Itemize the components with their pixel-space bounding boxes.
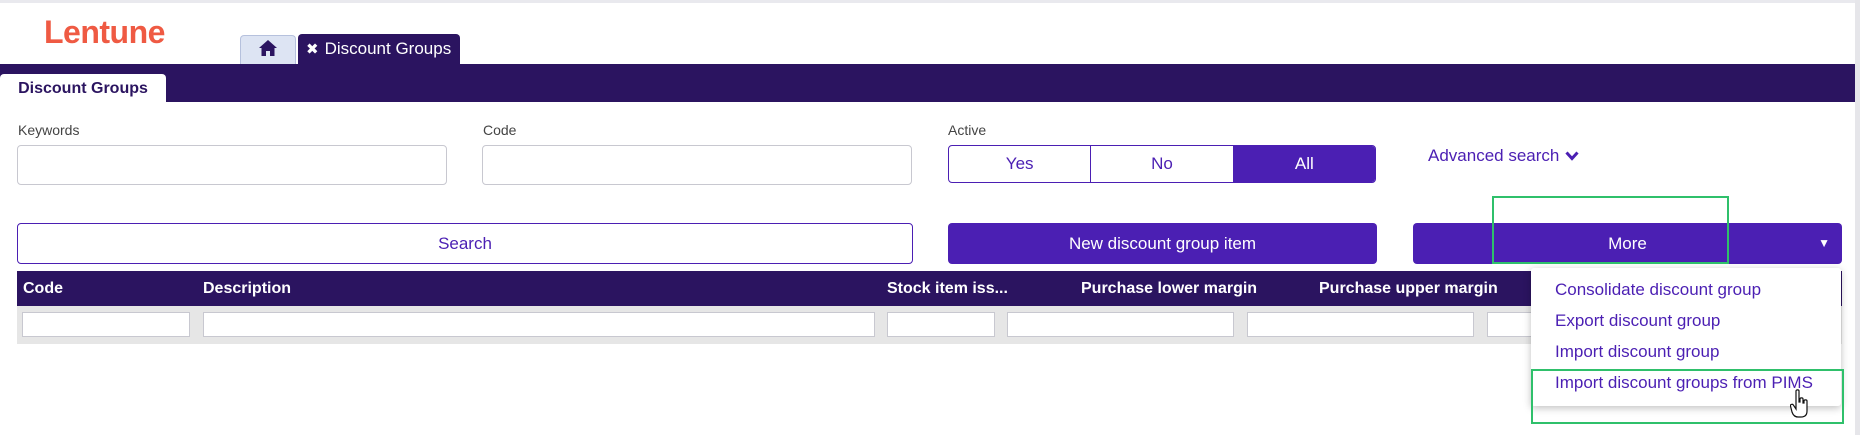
column-purchase-upper-margin[interactable]: Purchase upper margin xyxy=(1319,280,1498,298)
menu-item-import[interactable]: Import discount group xyxy=(1555,342,1719,362)
code-label: Code xyxy=(483,122,517,138)
column-stock-item-issue[interactable]: Stock item iss... xyxy=(887,280,1008,298)
code-input[interactable] xyxy=(482,145,912,185)
app-logo[interactable]: Lentune xyxy=(44,14,165,51)
filter-code-input[interactable] xyxy=(22,312,190,337)
search-button[interactable]: Search xyxy=(17,223,913,264)
column-purchase-lower-margin[interactable]: Purchase lower margin xyxy=(1081,280,1257,298)
caret-down-icon[interactable]: ▼ xyxy=(1818,236,1830,250)
column-code[interactable]: Code xyxy=(23,280,63,298)
keywords-input[interactable] xyxy=(17,145,447,185)
active-option-no[interactable]: No xyxy=(1090,146,1232,182)
active-option-all[interactable]: All xyxy=(1232,146,1375,182)
hand-cursor-icon xyxy=(1789,389,1810,424)
menu-item-export[interactable]: Export discount group xyxy=(1555,311,1720,331)
advanced-search-label: Advanced search xyxy=(1428,146,1560,165)
tab-discount-groups[interactable]: ✖ Discount Groups xyxy=(298,34,460,64)
home-icon xyxy=(259,39,277,61)
column-description[interactable]: Description xyxy=(203,280,291,298)
keywords-label: Keywords xyxy=(18,122,80,138)
menu-item-consolidate[interactable]: Consolidate discount group xyxy=(1555,280,1761,300)
highlight-more-button xyxy=(1492,196,1729,264)
home-tab[interactable] xyxy=(240,35,296,64)
active-option-yes[interactable]: Yes xyxy=(949,146,1090,182)
top-border xyxy=(0,0,1860,3)
filter-upper-margin-input[interactable] xyxy=(1247,312,1474,337)
filter-stock-item-input[interactable] xyxy=(887,312,995,337)
filter-lower-margin-input[interactable] xyxy=(1007,312,1234,337)
close-icon[interactable]: ✖ xyxy=(306,40,319,58)
chevron-down-icon xyxy=(1565,146,1579,166)
active-label: Active xyxy=(948,122,987,138)
scrollbar[interactable] xyxy=(1855,0,1860,435)
nav-bar xyxy=(0,64,1855,102)
subtab-discount-groups[interactable]: Discount Groups xyxy=(0,74,166,103)
tab-label: Discount Groups xyxy=(324,39,452,58)
filter-description-input[interactable] xyxy=(203,312,875,337)
active-toggle: Yes No All xyxy=(948,145,1376,183)
advanced-search-link[interactable]: Advanced search xyxy=(1428,146,1579,166)
new-discount-group-item-button[interactable]: New discount group item xyxy=(948,223,1377,264)
